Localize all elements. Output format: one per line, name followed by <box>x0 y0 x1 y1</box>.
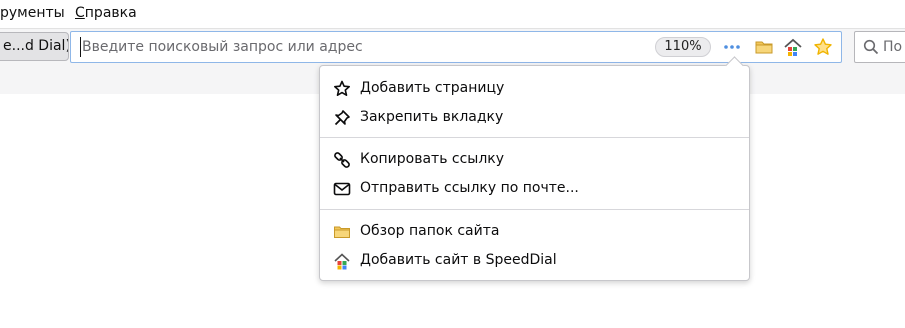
menu-item-bookmark-page[interactable]: Добавить страницу <box>320 76 749 102</box>
menu-item-pin-tab[interactable]: Закрепить вкладку <box>320 105 749 131</box>
menu-item-label: Добавить сайт в SpeedDial <box>360 252 557 268</box>
menu-item-browse-site-folders[interactable]: Обзор папок сайта <box>320 219 749 245</box>
search-icon <box>863 39 879 55</box>
page-actions-more-icon[interactable] <box>721 36 743 58</box>
pin-icon <box>333 109 351 127</box>
speeddial-icon[interactable] <box>782 36 804 58</box>
menu-item-email-link[interactable]: Отправить ссылку по почте... <box>320 176 749 202</box>
menu-item-label: Копировать ссылку <box>360 151 505 167</box>
menu-bar: рументы Справка <box>0 0 905 29</box>
menu-item-label: Отправить ссылку по почте... <box>360 180 579 196</box>
bookmark-star-icon[interactable] <box>812 36 834 58</box>
speeddial-tab-button[interactable]: e...d Dial) <box>0 32 69 61</box>
menu-separator <box>320 209 749 210</box>
menu-tools[interactable]: рументы <box>0 5 65 21</box>
search-bar[interactable]: По <box>854 31 905 63</box>
url-bar[interactable]: 110% <box>70 31 842 63</box>
url-input[interactable] <box>80 37 642 57</box>
menu-item-label: Обзор папок сайта <box>360 223 500 239</box>
menu-item-copy-link[interactable]: Копировать ссылку <box>320 147 749 173</box>
link-icon <box>333 151 351 169</box>
menu-help[interactable]: Справка <box>75 5 137 21</box>
menu-help-label: правка <box>84 5 137 21</box>
menu-item-label: Добавить страницу <box>360 80 505 96</box>
search-placeholder: По <box>883 39 903 55</box>
speeddial-icon <box>333 252 351 270</box>
menu-separator <box>320 137 749 138</box>
menu-tools-label: рументы <box>0 5 65 21</box>
folder-icon <box>333 223 351 241</box>
page-action-menu: Добавить страницу Закрепить вкладку Копи… <box>319 56 750 281</box>
folder-icon[interactable] <box>753 36 775 58</box>
mail-icon <box>333 180 351 198</box>
menu-help-accel: С <box>75 5 85 21</box>
menu-item-label: Закрепить вкладку <box>360 109 504 125</box>
zoom-level-badge[interactable]: 110% <box>655 37 711 57</box>
menu-item-add-to-speeddial[interactable]: Добавить сайт в SpeedDial <box>320 248 749 274</box>
star-outline-icon <box>333 80 351 98</box>
